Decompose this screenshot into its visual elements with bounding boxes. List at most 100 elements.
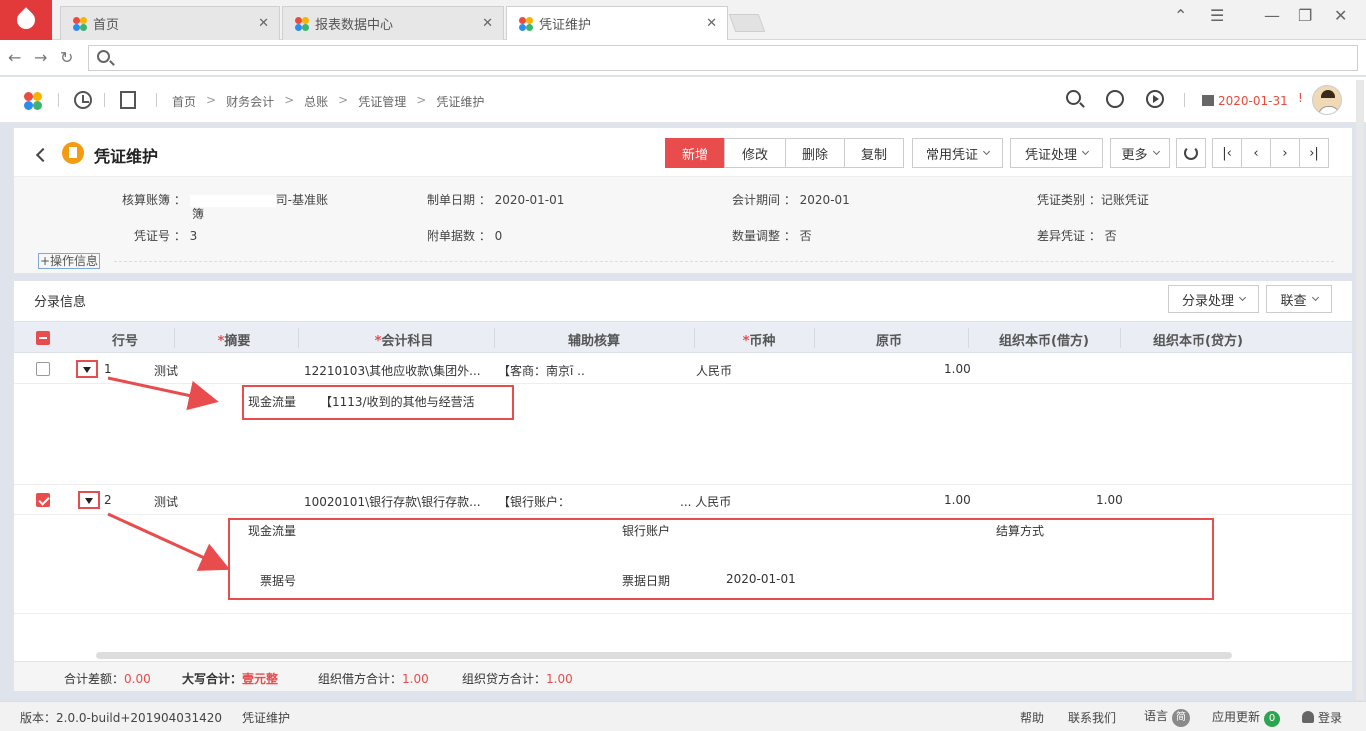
tab-label: 凭证维护	[539, 18, 592, 33]
url-input[interactable]	[88, 45, 1358, 71]
add-button[interactable]: 新增	[665, 138, 725, 168]
column-header[interactable]: 行号	[100, 330, 150, 349]
close-window-icon[interactable]: ✕	[1334, 6, 1347, 25]
contact-link[interactable]: 联系我们	[1068, 709, 1116, 726]
new-tab-button[interactable]	[728, 14, 766, 32]
close-icon[interactable]: ✕	[258, 16, 269, 31]
refresh-icon	[1184, 146, 1198, 160]
row-checkbox[interactable]	[36, 493, 50, 507]
more-dropdown[interactable]: 更多	[1110, 138, 1170, 168]
row-auxiliary[interactable]: 【银行账户：	[498, 493, 570, 510]
total-credit: 组织贷方合计：1.00	[462, 672, 573, 686]
difference-voucher-field: 差异凭证 ： 否	[1037, 229, 1117, 243]
entry-process-dropdown[interactable]: 分录处理	[1168, 285, 1259, 313]
chevron-down-icon	[1311, 293, 1319, 302]
document-icon	[62, 142, 84, 164]
breadcrumb-item[interactable]: 总账	[304, 93, 328, 110]
last-page-button[interactable]: ›|	[1299, 138, 1329, 168]
row-account[interactable]: 12210103\其他应收款\集团外...	[304, 362, 481, 379]
row-summary[interactable]: 测试	[154, 493, 178, 510]
back-arrow-icon[interactable]: ←	[8, 48, 21, 67]
breadcrumb: 首页 > 财务会计 > 总账 > 凭证管理 > 凭证维护	[172, 93, 485, 110]
copy-button[interactable]: 复制	[844, 138, 904, 168]
next-page-button[interactable]: ›	[1270, 138, 1300, 168]
play-icon[interactable]	[1146, 90, 1164, 108]
expand-row-toggle[interactable]	[76, 360, 98, 378]
operation-info-toggle[interactable]: +操作信息	[38, 253, 101, 269]
message-icon[interactable]	[1106, 90, 1124, 108]
close-icon[interactable]: ✕	[482, 16, 493, 31]
edit-button[interactable]: 修改	[724, 138, 786, 168]
entries-title: 分录信息	[34, 295, 87, 310]
page-title: 凭证维护	[94, 147, 159, 166]
totals-bar: 合计差额：0.00 大写合计：壹元整 组织借方合计：1.00 组织贷方合计：1.…	[14, 661, 1352, 691]
app-logo[interactable]	[0, 0, 52, 40]
breadcrumb-item[interactable]: 财务会计	[226, 93, 274, 110]
row-account[interactable]: 10020101\银行存款\银行存款...	[304, 493, 481, 510]
reload-icon[interactable]: ↻	[60, 48, 73, 67]
flower-icon	[519, 16, 533, 31]
current-page-text: 凭证维护	[242, 711, 291, 725]
restore-icon[interactable]: ❐	[1298, 6, 1312, 25]
column-header[interactable]: 辅助核算	[544, 330, 644, 349]
total-difference: 合计差额：0.00	[64, 672, 151, 686]
update-count-badge: 0	[1264, 711, 1281, 727]
select-all-checkbox[interactable]	[36, 331, 50, 345]
tab-home[interactable]: 首页 ✕	[60, 6, 280, 40]
row-debit[interactable]: 1.00	[1096, 493, 1123, 507]
vertical-scrollbar[interactable]	[1356, 80, 1364, 700]
language-switch[interactable]: 语言简	[1144, 707, 1191, 727]
version-text: 版本：2.0.0-build+201904031420	[20, 711, 223, 725]
table-row[interactable]: 1 测试 12210103\其他应收款\集团外... 【客商：南京ī .. 人民…	[14, 354, 1352, 384]
voucher-info-area: 核算账簿 ： 司-基准账 簿 制单日期 ： 2020-01-01 会计期间 ： …	[14, 176, 1352, 273]
column-header[interactable]: *币种	[714, 330, 804, 349]
back-icon[interactable]	[35, 147, 51, 163]
row-currency[interactable]: ... 人民币	[680, 493, 731, 510]
ledger-field-wrap: 簿	[192, 207, 205, 221]
search-icon[interactable]	[1066, 90, 1081, 105]
business-date[interactable]: 2020-01-31	[1218, 94, 1288, 108]
app-update[interactable]: 应用更新 0	[1212, 708, 1281, 727]
column-header[interactable]: 原币	[844, 330, 934, 349]
delete-button[interactable]: 删除	[785, 138, 845, 168]
avatar[interactable]	[1312, 85, 1342, 115]
row-checkbox[interactable]	[36, 362, 50, 376]
tab-voucher-maintain[interactable]: 凭证维护 ✕	[506, 6, 728, 40]
row-number: 2	[104, 493, 112, 507]
collapse-icon[interactable]: ⌃	[1174, 6, 1187, 25]
row-auxiliary[interactable]: 【客商：南京ī ..	[498, 362, 585, 379]
history-clock-icon[interactable]	[74, 91, 92, 109]
voucher-header-panel: 凭证维护 新增 修改 删除 复制 常用凭证 凭证处理 更多 |‹ ‹ › ›| …	[14, 128, 1352, 273]
breadcrumb-item[interactable]: 首页	[172, 93, 196, 110]
row-currency[interactable]: 人民币	[696, 362, 732, 379]
help-link[interactable]: 帮助	[1020, 709, 1044, 726]
menu-icon[interactable]: ☰	[1210, 6, 1224, 25]
row-original-amount[interactable]: 1.00	[944, 362, 971, 376]
refresh-button[interactable]	[1176, 138, 1206, 168]
row-summary[interactable]: 测试	[154, 362, 178, 379]
prev-page-button[interactable]: ‹	[1241, 138, 1271, 168]
expand-row-toggle[interactable]	[78, 491, 100, 509]
login-link[interactable]: 登录	[1302, 709, 1342, 726]
first-page-button[interactable]: |‹	[1212, 138, 1242, 168]
organization-icon[interactable]	[120, 91, 136, 109]
breadcrumb-item: 凭证维护	[436, 95, 485, 109]
column-header[interactable]: 组织本币(借方)	[984, 330, 1104, 349]
close-icon[interactable]: ✕	[706, 16, 717, 31]
linked-query-dropdown[interactable]: 联查	[1266, 285, 1332, 313]
minimize-icon[interactable]: —	[1264, 6, 1280, 25]
forward-arrow-icon[interactable]: →	[34, 48, 47, 67]
voucher-process-dropdown[interactable]: 凭证处理	[1010, 138, 1103, 168]
horizontal-scrollbar[interactable]	[96, 652, 1232, 659]
column-header[interactable]: *摘要	[194, 330, 274, 349]
column-header[interactable]: *会计科目	[344, 330, 464, 349]
calendar-icon	[1202, 95, 1214, 106]
row-original-amount[interactable]: 1.00	[944, 493, 971, 507]
total-uppercase: 大写合计：壹元整	[182, 672, 279, 686]
common-voucher-dropdown[interactable]: 常用凭证	[912, 138, 1003, 168]
tab-report-center[interactable]: 报表数据中心 ✕	[282, 6, 504, 40]
table-row[interactable]: 2 测试 10020101\银行存款\银行存款... 【银行账户： ... 人民…	[14, 485, 1352, 515]
app-flower-logo-icon[interactable]	[24, 92, 42, 110]
breadcrumb-item[interactable]: 凭证管理	[358, 93, 406, 110]
column-header[interactable]: 组织本币(贷方)	[1138, 330, 1258, 349]
